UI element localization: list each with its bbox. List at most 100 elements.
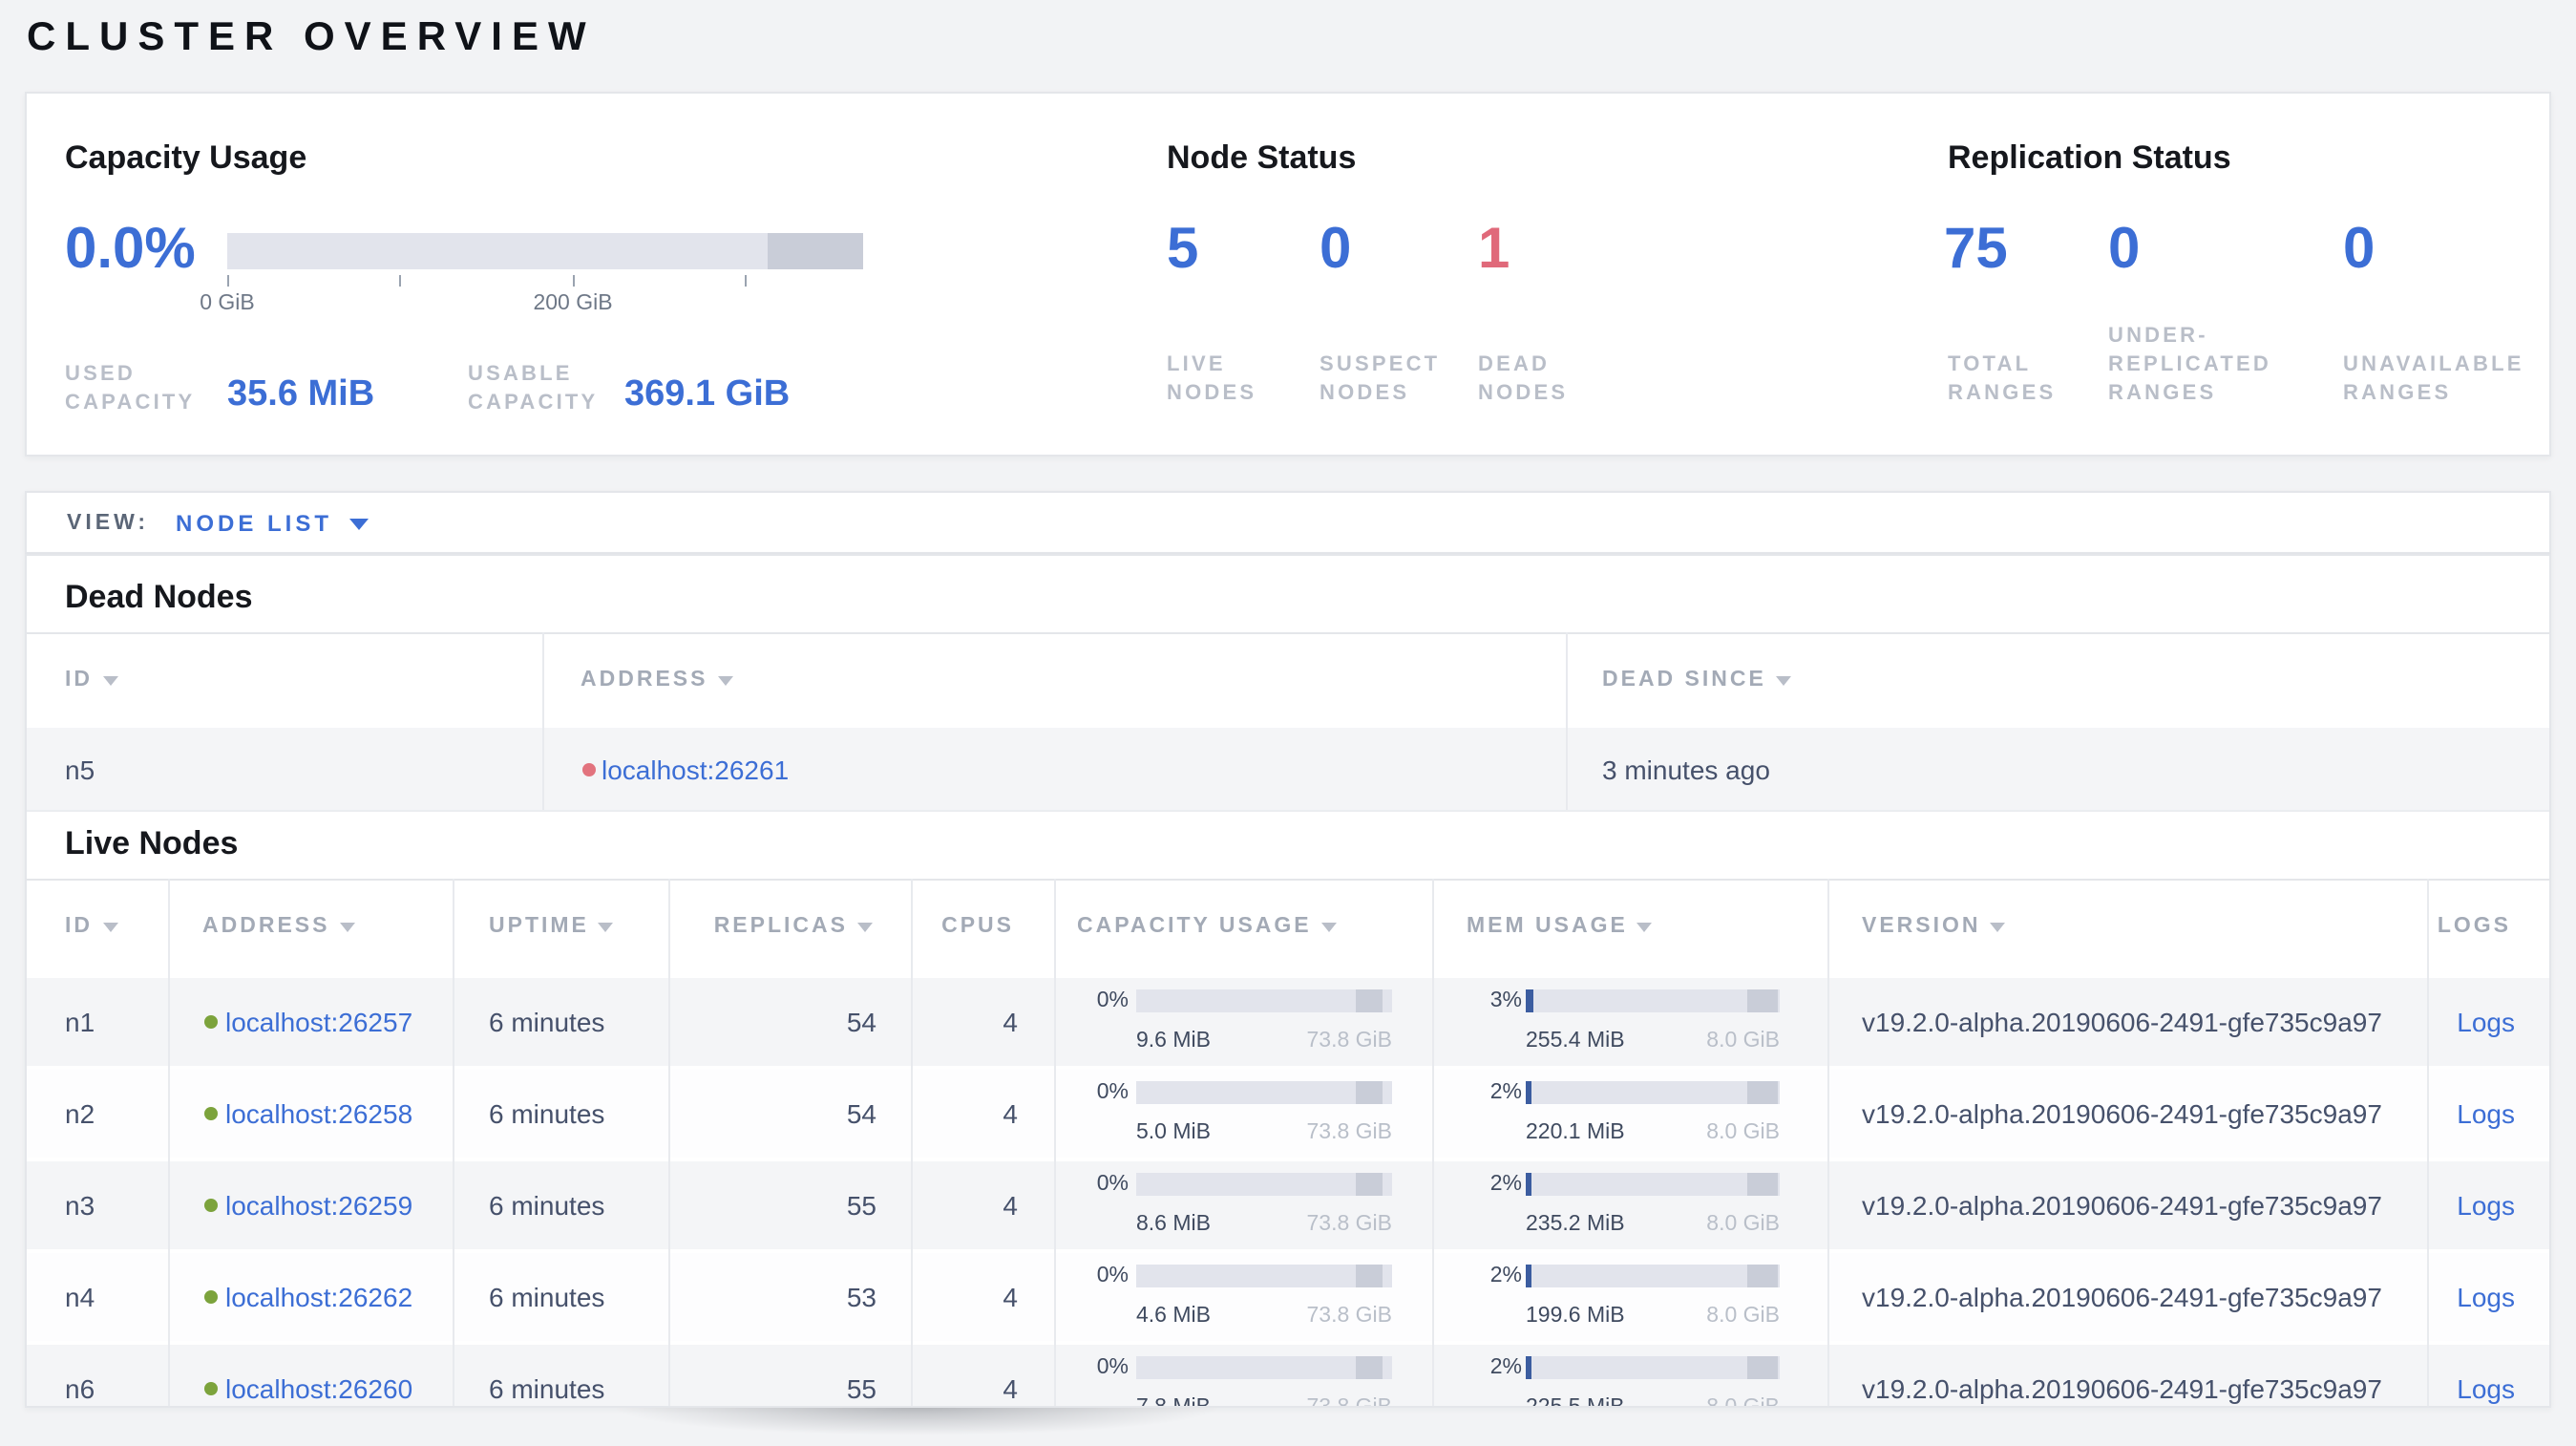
cell-version: v19.2.0-alpha.20190606-2491-gfe735c9a97 [1862, 1098, 2382, 1129]
live-nodes-label: LIVE NODES [1167, 353, 1257, 405]
sort-caret-icon [102, 923, 117, 932]
capacity-bar-reserved [1356, 1356, 1383, 1379]
capacity-percent: 0% [1096, 1173, 1129, 1196]
live-status-dot [204, 1290, 218, 1304]
column-divider [1566, 632, 1568, 810]
summary-card: Capacity Usage 0.0% 0 GiB 200 GiB USED C… [25, 92, 2551, 457]
cell-cpus: 4 [1003, 1007, 1018, 1037]
mem-used-value: 220.1 MiB [1526, 1121, 1625, 1144]
mem-bar-fill [1526, 1265, 1531, 1287]
cell-version: v19.2.0-alpha.20190606-2491-gfe735c9a97 [1862, 1373, 2382, 1404]
sort-caret-icon [1636, 923, 1653, 932]
cell-dead-since: 3 minutes ago [1602, 754, 1770, 784]
capacity-used-value: 9.6 MiB [1136, 1030, 1211, 1053]
mem-bar [1526, 1265, 1780, 1287]
sort-caret-icon [1320, 923, 1337, 932]
col-capacity-usage[interactable]: CAPACITY USAGE [1077, 915, 1337, 938]
column-divider [1054, 879, 1056, 1406]
cell-uptime: 6 minutes [489, 1007, 605, 1037]
usable-capacity-label: USABLE CAPACITY [468, 363, 599, 415]
axis-tick [573, 275, 575, 287]
cell-cpus: 4 [1003, 1190, 1018, 1221]
axis-tick-label: 0 GiB [200, 292, 255, 315]
mem-total-value: 8.0 GiB [1706, 1396, 1780, 1408]
capacity-usage-cell: 0% 5.0 MiB 73.8 GiB [1054, 1081, 1432, 1146]
cell-id: n1 [65, 1007, 95, 1037]
col-cpus[interactable]: CPUS [941, 915, 1014, 938]
address-link[interactable]: localhost:26261 [602, 754, 789, 784]
view-bar: VIEW: NODE LIST [25, 491, 2551, 554]
cell-uptime: 6 minutes [489, 1282, 605, 1312]
capacity-bar [1136, 1081, 1392, 1104]
logs-link[interactable]: Logs [2457, 1190, 2515, 1221]
usable-capacity-value: 369.1 GiB [624, 374, 791, 415]
mem-used-value: 235.2 MiB [1526, 1213, 1625, 1236]
capacity-usage-cell: 0% 4.6 MiB 73.8 GiB [1054, 1265, 1432, 1329]
table-row: n6 localhost:26260 6 minutes 55 4 0% 7.8… [27, 1345, 2549, 1408]
capacity-bar [227, 233, 863, 269]
capacity-total-value: 73.8 GiB [1306, 1396, 1393, 1408]
col-id[interactable]: ID [65, 915, 117, 938]
table-row: n2 localhost:26258 6 minutes 54 4 0% 5.0… [27, 1070, 2549, 1158]
capacity-usage-cell: 0% 8.6 MiB 73.8 GiB [1054, 1173, 1432, 1238]
live-status-dot [204, 1107, 218, 1120]
capacity-usage-cell: 0% 9.6 MiB 73.8 GiB [1054, 989, 1432, 1054]
cell-cpus: 4 [1003, 1282, 1018, 1312]
live-nodes-count: 5 [1167, 218, 1199, 281]
mem-bar-reserved [1746, 1265, 1778, 1287]
logs-link[interactable]: Logs [2457, 1373, 2515, 1404]
address-link[interactable]: localhost:26258 [225, 1098, 412, 1129]
logs-link[interactable]: Logs [2457, 1098, 2515, 1129]
live-status-dot [204, 1199, 218, 1212]
capacity-bar-reserved [1356, 1081, 1383, 1104]
col-logs: LOGS [2437, 915, 2511, 938]
unavailable-ranges-label: UNAVAILABLE RANGES [2343, 353, 2524, 405]
capacity-usage-heading: Capacity Usage [65, 139, 307, 176]
cell-version: v19.2.0-alpha.20190606-2491-gfe735c9a97 [1862, 1282, 2382, 1312]
capacity-percent: 0% [1096, 1356, 1129, 1379]
dead-col-id[interactable]: ID [65, 669, 117, 691]
col-version[interactable]: VERSION [1862, 915, 2006, 938]
mem-bar-fill [1526, 989, 1533, 1012]
column-divider [2427, 879, 2429, 1406]
address-link[interactable]: localhost:26262 [225, 1282, 412, 1312]
mem-percent: 2% [1489, 1081, 1522, 1104]
cell-uptime: 6 minutes [489, 1098, 605, 1129]
dead-col-address[interactable]: ADDRESS [581, 669, 733, 691]
mem-total-value: 8.0 GiB [1706, 1213, 1780, 1236]
address-link[interactable]: localhost:26259 [225, 1190, 412, 1221]
chevron-down-icon[interactable] [349, 517, 369, 529]
cell-replicas: 53 [846, 1282, 876, 1312]
node-status-heading: Node Status [1167, 139, 1357, 176]
live-status-dot [204, 1382, 218, 1395]
logs-link[interactable]: Logs [2457, 1007, 2515, 1037]
address-link[interactable]: localhost:26257 [225, 1007, 412, 1037]
suspect-nodes-count: 0 [1320, 218, 1352, 281]
capacity-total-value: 73.8 GiB [1306, 1030, 1393, 1053]
under-replicated-count: 0 [2108, 218, 2141, 281]
dead-nodes-heading: Dead Nodes [65, 579, 253, 615]
capacity-used-value: 5.0 MiB [1136, 1121, 1211, 1144]
view-selector[interactable]: NODE LIST [176, 509, 332, 536]
capacity-used-value: 7.8 MiB [1136, 1396, 1211, 1408]
col-replicas[interactable]: REPLICAS [714, 915, 873, 938]
capacity-bar [1136, 1265, 1392, 1287]
table-row: n3 localhost:26259 6 minutes 55 4 0% 8.6… [27, 1161, 2549, 1249]
cell-uptime: 6 minutes [489, 1373, 605, 1404]
address-link[interactable]: localhost:26260 [225, 1373, 412, 1404]
capacity-total-value: 73.8 GiB [1306, 1305, 1393, 1328]
col-address[interactable]: ADDRESS [202, 915, 355, 938]
cell-uptime: 6 minutes [489, 1190, 605, 1221]
page-title: CLUSTER OVERVIEW [27, 15, 596, 59]
column-divider [1432, 879, 1434, 1406]
dead-col-dead-since[interactable]: DEAD SINCE [1602, 669, 1791, 691]
mem-bar-fill [1526, 1356, 1531, 1379]
logs-link[interactable]: Logs [2457, 1282, 2515, 1312]
col-uptime[interactable]: UPTIME [489, 915, 614, 938]
axis-tick [745, 275, 747, 287]
dead-nodes-count: 1 [1478, 218, 1510, 281]
mem-usage-cell: 2% 220.1 MiB 8.0 GiB [1432, 1081, 1827, 1146]
mem-bar-fill [1526, 1173, 1531, 1196]
col-mem-usage[interactable]: MEM USAGE [1467, 915, 1653, 938]
mem-bar [1526, 1081, 1780, 1104]
